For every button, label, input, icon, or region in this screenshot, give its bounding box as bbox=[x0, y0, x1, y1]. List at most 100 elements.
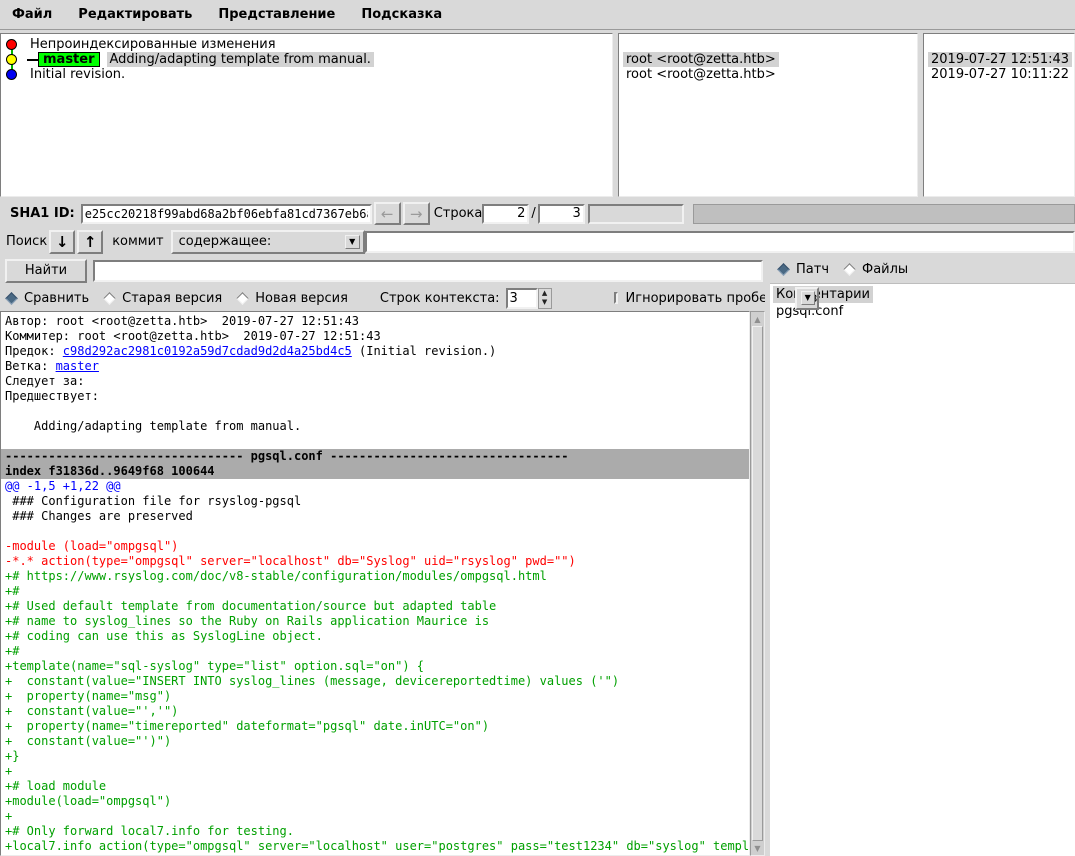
ignore-whitespace-checkbox[interactable] bbox=[613, 292, 618, 304]
diff-line-add: + constant(value="')") bbox=[5, 734, 172, 748]
diff-line-add: +# coding can use this as SyslogLine obj… bbox=[5, 629, 323, 643]
commit-row[interactable]: master Adding/adapting template from manu… bbox=[1, 52, 612, 67]
dropdown-arrow-icon: ▼ bbox=[344, 234, 360, 249]
detail-text: Автор: root <root@zetta.htb> 2019-07-27 … bbox=[5, 314, 360, 328]
menu-view[interactable]: Представление bbox=[218, 7, 335, 22]
detail-line bbox=[5, 434, 749, 449]
branch-tag[interactable]: master bbox=[38, 52, 100, 67]
diff-line-add: +# load module bbox=[5, 779, 107, 793]
radio-patch[interactable]: Патч bbox=[777, 262, 829, 277]
diff-line-add: + constant(value="','") bbox=[5, 704, 179, 718]
menu-bar: Файл Редактировать Представление Подсказ… bbox=[0, 0, 1075, 30]
detail-text: Предок: bbox=[5, 344, 63, 358]
commit-subject: Initial revision. bbox=[30, 67, 126, 82]
status-field bbox=[587, 203, 684, 224]
author-pane[interactable]: root <root@zetta.htb> root <root@zetta.ht… bbox=[618, 33, 918, 197]
detail-line: Ветка: master bbox=[5, 359, 749, 374]
context-lines-spinbox[interactable]: ▲▼ bbox=[505, 287, 552, 309]
radio-diamond-icon bbox=[777, 263, 790, 276]
diff-scrollbar[interactable]: ▲ ▼ bbox=[750, 311, 765, 856]
commit-subject: Adding/adapting template from manual. bbox=[106, 52, 374, 67]
radio-new-version[interactable]: Новая версия bbox=[236, 291, 348, 306]
menu-file[interactable]: Файл bbox=[12, 7, 52, 22]
diff-line-ctx: ### Configuration file for rsyslog-pgsql bbox=[5, 494, 302, 508]
diff-line-add: +# name to syslog_lines so the Ruby on R… bbox=[5, 614, 490, 628]
commit-dot-icon bbox=[6, 54, 17, 65]
radio-old-version[interactable]: Старая версия bbox=[103, 291, 222, 306]
nav-back-button[interactable]: ← bbox=[373, 202, 401, 225]
radio-old-label: Старая версия bbox=[122, 290, 223, 306]
scroll-thumb[interactable] bbox=[752, 326, 763, 841]
diff-line-add: + property(name="msg") bbox=[5, 689, 172, 703]
right-arrow-icon: → bbox=[409, 204, 423, 223]
date-row[interactable] bbox=[928, 37, 1074, 52]
diff-line-add: +module(load="ompgsql") bbox=[5, 794, 172, 808]
commit-graph-pane[interactable]: Непроиндексированные изменения master Addi… bbox=[0, 33, 613, 197]
radio-patch-label: Патч bbox=[796, 262, 829, 277]
line-diff-dropdown[interactable]: Измен ▼ bbox=[794, 286, 819, 310]
diff-line-add: +# Used default template from documentat… bbox=[5, 599, 497, 613]
radio-diamond-icon bbox=[5, 291, 18, 305]
date-row[interactable]: 2019-07-27 10:11:22 bbox=[928, 67, 1074, 82]
radio-diff-label: Сравнить bbox=[24, 290, 90, 306]
author-row[interactable]: root <root@zetta.htb> bbox=[623, 52, 917, 67]
commit-label: коммит bbox=[112, 234, 164, 249]
commit-row[interactable]: Initial revision. bbox=[1, 67, 612, 82]
detail-line: Adding/adapting template from manual. bbox=[5, 419, 749, 434]
radio-tree[interactable]: Файлы bbox=[843, 262, 908, 277]
sha1-input[interactable] bbox=[80, 203, 372, 224]
detail-line: Предшествует: bbox=[5, 389, 749, 404]
file-list[interactable]: Комментарии pgsql.conf bbox=[770, 283, 1075, 856]
diff-area: Автор: root <root@zetta.htb> 2019-07-27 … bbox=[0, 311, 765, 856]
date-text: 2019-07-27 12:51:43 bbox=[928, 52, 1073, 67]
find-input[interactable] bbox=[93, 259, 763, 282]
spinbox-arrows[interactable]: ▲ ▼ bbox=[537, 287, 552, 309]
search-next-button[interactable]: ↓ bbox=[49, 229, 76, 254]
file-list-item[interactable]: Комментарии bbox=[773, 286, 873, 303]
ignore-whitespace-label: Игнорировать пробелы bbox=[625, 290, 786, 306]
diff-line-add: +} bbox=[5, 749, 20, 763]
search-mode-value: содержащее: bbox=[178, 233, 272, 249]
detail-line: Автор: root <root@zetta.htb> 2019-07-27 … bbox=[5, 314, 749, 329]
diff-line-add: + property(name="timereported" dateforma… bbox=[5, 719, 490, 733]
scroll-up-icon[interactable]: ▲ bbox=[751, 312, 764, 326]
diff-line-add: +# Only forward local7.info for testing. bbox=[5, 824, 294, 838]
diff-line-add: +template(name="sql-syslog" type="list" … bbox=[5, 659, 425, 673]
up-arrow-icon: ↑ bbox=[83, 232, 97, 251]
search-prev-button[interactable]: ↑ bbox=[77, 229, 104, 254]
detail-text: Предшествует: bbox=[5, 389, 99, 403]
date-text: 2019-07-27 10:11:22 bbox=[931, 67, 1070, 82]
commit-row[interactable]: Непроиндексированные изменения bbox=[1, 37, 612, 52]
radio-diamond-icon bbox=[103, 291, 117, 305]
diff-line-add: + bbox=[5, 809, 13, 823]
row-number-input[interactable] bbox=[482, 203, 530, 224]
progress-bar bbox=[692, 203, 1075, 224]
menu-edit[interactable]: Редактировать bbox=[78, 7, 192, 22]
nav-forward-button[interactable]: → bbox=[402, 202, 430, 225]
row-label: Строка bbox=[433, 206, 483, 221]
commit-link[interactable]: c98d292ac2981c0192a59d7cdad9d2d4a25bd4c5 bbox=[63, 344, 352, 358]
down-arrow-icon: ↓ bbox=[55, 232, 69, 251]
menu-help[interactable]: Подсказка bbox=[361, 7, 442, 22]
search-mode-dropdown[interactable]: содержащее: ▼ bbox=[170, 229, 365, 254]
spin-down-icon[interactable]: ▼ bbox=[539, 298, 551, 308]
date-row[interactable]: 2019-07-27 12:51:43 bbox=[928, 52, 1074, 67]
scroll-down-icon[interactable]: ▼ bbox=[751, 841, 764, 855]
diff-text[interactable]: Автор: root <root@zetta.htb> 2019-07-27 … bbox=[0, 311, 750, 856]
find-row: Найти bbox=[0, 256, 765, 285]
spin-up-icon[interactable]: ▲ bbox=[539, 289, 551, 299]
author-row[interactable]: root <root@zetta.htb> bbox=[623, 67, 917, 82]
commit-link[interactable]: master bbox=[56, 359, 99, 373]
date-pane[interactable]: 2019-07-27 12:51:43 2019-07-27 10:11:22 bbox=[923, 33, 1075, 197]
diff-line-ctx: ### Changes are preserved bbox=[5, 509, 193, 523]
row-separator: / bbox=[531, 206, 536, 221]
author-row[interactable] bbox=[623, 37, 917, 52]
sha1-label: SHA1 ID: bbox=[10, 206, 75, 221]
detail-line bbox=[5, 404, 749, 419]
detail-text: Коммитер: root <root@zetta.htb> 2019-07-… bbox=[5, 329, 381, 343]
find-button[interactable]: Найти bbox=[5, 258, 87, 283]
search-query-input[interactable] bbox=[364, 230, 1075, 253]
radio-diff[interactable]: Сравнить bbox=[5, 291, 89, 306]
detail-line: Предок: c98d292ac2981c0192a59d7cdad9d2d4… bbox=[5, 344, 749, 359]
context-lines-input[interactable] bbox=[505, 287, 538, 309]
